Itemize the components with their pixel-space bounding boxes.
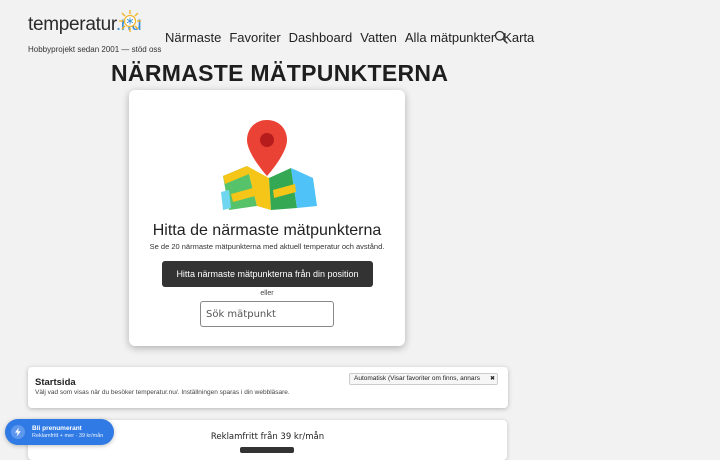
nav-item-narmaste[interactable]: Närmaste <box>165 30 221 45</box>
search-icon[interactable] <box>494 30 508 44</box>
site-logo[interactable]: temperatur.nu <box>28 10 142 36</box>
nearest-card: Hitta de närmaste mätpunkterna Se de 20 … <box>129 90 405 346</box>
startsida-panel: Startsida Välj vad som visas när du besö… <box>28 367 508 408</box>
tagline-link[interactable]: Hobbyprojekt sedan 2001 — stöd oss <box>28 45 161 54</box>
startsida-title: Startsida <box>35 377 76 388</box>
promo-button[interactable] <box>240 447 294 453</box>
startsida-description: Välj vad som visas när du besöker temper… <box>35 389 290 396</box>
nav-item-favoriter[interactable]: Favoriter <box>229 30 280 45</box>
or-separator: eller <box>260 290 274 297</box>
chevron-down-icon: ✖ <box>489 376 495 382</box>
subscribe-button[interactable]: Bli prenumerant Reklamfritt + mer · 39 k… <box>5 419 114 445</box>
find-nearest-button[interactable]: Hitta närmaste mätpunkterna från din pos… <box>162 261 373 287</box>
nav-item-vatten[interactable]: Vatten <box>360 30 397 45</box>
search-station-input[interactable] <box>200 301 334 327</box>
startsida-selected-value: Automatisk (Visar favoriter om finns, an… <box>354 375 480 382</box>
card-title: Hitta de närmaste mätpunkterna <box>152 222 382 239</box>
subscribe-title: Bli prenumerant <box>32 425 82 432</box>
lightning-icon <box>11 425 25 439</box>
subscribe-subtitle: Reklamfritt + mer · 39 kr/mån <box>32 433 104 439</box>
startsida-select[interactable]: Automatisk (Visar favoriter om finns, an… <box>349 373 498 385</box>
page-title: NÄRMASTE MÄTPUNKTERNA <box>111 60 449 86</box>
nav-item-alla-matpunkter[interactable]: Alla mätpunkter <box>405 30 495 45</box>
main-nav: Närmaste Favoriter Dashboard Vatten Alla… <box>165 30 534 45</box>
sun-snowflake-icon <box>119 10 141 32</box>
nav-item-dashboard[interactable]: Dashboard <box>289 30 353 45</box>
card-subtitle: Se de 20 närmaste mätpunkterna med aktue… <box>149 242 385 251</box>
map-pin-icon <box>221 120 317 210</box>
